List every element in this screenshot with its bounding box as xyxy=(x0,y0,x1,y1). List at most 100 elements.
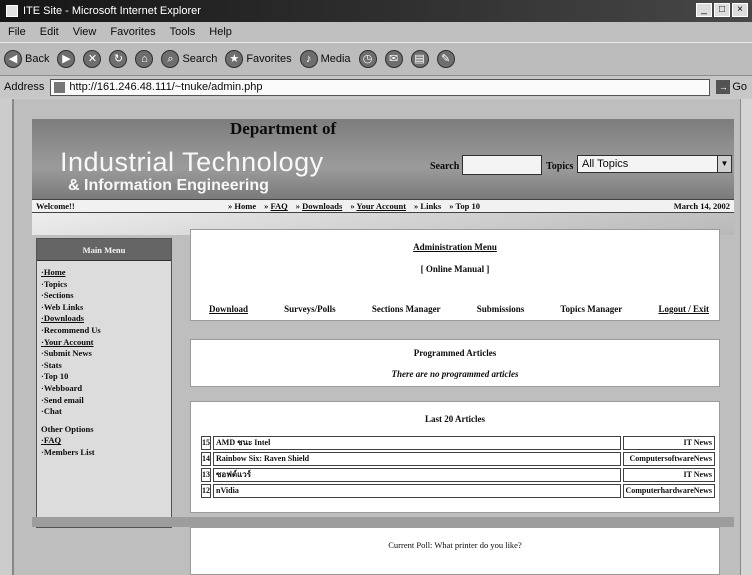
last-articles-panel: Last 20 Articles 15 AMD ชนะ Intel IT New… xyxy=(190,401,720,513)
back-arrow-icon: ◀ xyxy=(4,50,22,68)
article-row: 13 ซอฟต์แวร์ IT News xyxy=(201,468,715,482)
admin-link-surveys[interactable]: Surveys/Polls xyxy=(284,304,336,314)
menu-item-submit-news[interactable]: ·Submit News xyxy=(41,348,171,360)
menu-item-recommend[interactable]: ·Recommend Us xyxy=(41,325,171,337)
media-button[interactable]: ♪ Media xyxy=(299,50,351,68)
print-button[interactable]: ▤ xyxy=(410,50,429,68)
topics-select[interactable]: All Topics ▼ xyxy=(577,155,732,173)
address-bar: Address http://161.246.48.111/~tnuke/adm… xyxy=(0,76,752,98)
media-icon: ♪ xyxy=(299,50,318,68)
menu-view[interactable]: View xyxy=(73,26,97,38)
media-label: Media xyxy=(320,53,351,65)
menu-item-faq[interactable]: ·FAQ xyxy=(41,435,171,447)
menu-item-label: Chat xyxy=(43,406,62,417)
article-title[interactable]: Rainbow Six: Raven Shield xyxy=(213,452,621,466)
site-search-input[interactable] xyxy=(462,155,542,175)
refresh-icon: ↻ xyxy=(109,50,128,68)
date-text: March 14, 2002 xyxy=(673,201,730,211)
nav-link-label: Your Account xyxy=(356,201,407,211)
stop-icon: ✕ xyxy=(83,50,102,68)
article-title[interactable]: ซอฟต์แวร์ xyxy=(213,468,621,482)
mail-icon: ✉ xyxy=(384,50,403,68)
vertical-scrollbar[interactable] xyxy=(740,99,752,575)
article-category[interactable]: IT News xyxy=(623,436,715,450)
menu-item-label: Send email xyxy=(43,394,84,405)
menu-help[interactable]: Help xyxy=(209,26,232,38)
admin-link-topics[interactable]: Topics Manager xyxy=(560,304,622,314)
nav-link-faq[interactable]: » FAQ xyxy=(264,201,288,211)
site-logo-title: Industrial Technology xyxy=(60,147,324,177)
maximize-button[interactable]: □ xyxy=(714,3,730,17)
go-button[interactable]: → Go xyxy=(716,80,747,94)
favorites-button[interactable]: ★ Favorites xyxy=(225,50,292,68)
nav-links: » Home » FAQ » Downloads » Your Account … xyxy=(228,201,480,211)
online-manual-link[interactable]: [ Online Manual ] xyxy=(191,264,719,274)
nav-link-top10[interactable]: » Top 10 xyxy=(449,201,480,211)
menu-item-stats[interactable]: ·Stats xyxy=(41,360,171,372)
menu-item-topics[interactable]: ·Topics xyxy=(41,279,171,291)
admin-link-submissions[interactable]: Submissions xyxy=(477,304,525,314)
address-input[interactable]: http://161.246.48.111/~tnuke/admin.php xyxy=(50,78,711,96)
menu-item-label: Downloads xyxy=(43,313,84,324)
nav-link-label: Home xyxy=(234,201,257,211)
menu-item-sections[interactable]: ·Sections xyxy=(41,290,171,302)
close-button[interactable]: × xyxy=(732,3,748,17)
topics-label: Topics xyxy=(546,161,574,172)
admin-link-sections[interactable]: Sections Manager xyxy=(372,304,441,314)
nav-link-home[interactable]: » Home xyxy=(228,201,256,211)
menu-tools[interactable]: Tools xyxy=(170,26,196,38)
search-label: Search xyxy=(182,53,218,65)
address-url: http://161.246.48.111/~tnuke/admin.php xyxy=(69,81,263,93)
menu-item-label: Submit News xyxy=(43,348,92,359)
article-title[interactable]: AMD ชนะ Intel xyxy=(213,436,621,450)
menu-item-top10[interactable]: ·Top 10 xyxy=(41,371,171,383)
last-articles-title: Last 20 Articles xyxy=(425,414,485,424)
menu-item-account[interactable]: ·Your Account xyxy=(41,337,171,349)
refresh-button[interactable]: ↻ xyxy=(109,50,128,68)
home-button[interactable]: ⌂ xyxy=(135,50,154,68)
article-num: 12 xyxy=(201,484,211,498)
search-button[interactable]: ⌕ Search xyxy=(161,50,217,68)
poll-panel: Current Poll: What printer do you like? xyxy=(190,527,720,575)
admin-menu-title[interactable]: Administration Menu xyxy=(191,242,719,252)
menu-item-label: Stats xyxy=(43,359,62,370)
admin-links: Download Surveys/Polls Sections Manager … xyxy=(209,304,709,314)
article-title[interactable]: nVidia xyxy=(213,484,621,498)
menu-item-weblinks[interactable]: ·Web Links xyxy=(41,302,171,314)
decorative-band xyxy=(32,517,734,527)
edit-button[interactable]: ✎ xyxy=(436,50,455,68)
article-category[interactable]: IT News xyxy=(623,468,715,482)
menu-file[interactable]: File xyxy=(8,26,26,38)
back-button[interactable]: ◀ Back xyxy=(4,50,49,68)
article-category[interactable]: ComputersoftwareNews xyxy=(623,452,715,466)
article-category[interactable]: ComputerhardwareNews xyxy=(623,484,715,498)
menu-favorites[interactable]: Favorites xyxy=(110,26,155,38)
admin-link-logout[interactable]: Logout / Exit xyxy=(658,304,709,314)
article-row: 14 Rainbow Six: Raven Shield Computersof… xyxy=(201,452,715,466)
forward-button[interactable]: ▶ xyxy=(57,50,76,68)
menu-item-home[interactable]: ·Home xyxy=(41,267,171,279)
history-button[interactable]: ◷ xyxy=(358,50,377,68)
menu-item-downloads[interactable]: ·Downloads xyxy=(41,313,171,325)
chevron-down-icon: ▼ xyxy=(717,156,731,172)
menu-item-label: Members List xyxy=(43,446,95,457)
menu-item-chat[interactable]: ·Chat xyxy=(41,406,171,418)
nav-link-account[interactable]: » Your Account xyxy=(350,201,406,211)
menu-item-send-email[interactable]: ·Send email xyxy=(41,395,171,407)
mail-button[interactable]: ✉ xyxy=(384,50,403,68)
menu-item-members[interactable]: ·Members List xyxy=(41,447,171,459)
admin-link-download[interactable]: Download xyxy=(209,304,248,314)
nav-link-label: Links xyxy=(420,201,442,211)
nav-link-links[interactable]: » Links xyxy=(414,201,441,211)
back-label: Back xyxy=(25,53,50,65)
minimize-button[interactable]: _ xyxy=(696,3,712,17)
menu-item-label: FAQ xyxy=(43,435,62,446)
stop-button[interactable]: ✕ xyxy=(83,50,102,68)
page-viewport: Department of Industrial Technology & In… xyxy=(12,99,742,575)
nav-link-label: FAQ xyxy=(270,201,288,211)
menu-edit[interactable]: Edit xyxy=(40,26,59,38)
menu-item-webboard[interactable]: ·Webboard xyxy=(41,383,171,395)
nav-link-downloads[interactable]: » Downloads xyxy=(296,201,343,211)
topics-selected: All Topics xyxy=(582,158,629,170)
ie-logo-icon xyxy=(6,5,18,17)
